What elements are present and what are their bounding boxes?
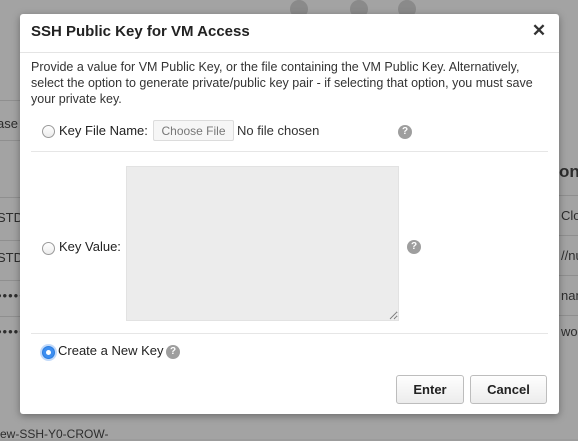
background-text: ase <box>0 116 18 131</box>
ssh-key-dialog: SSH Public Key for VM Access ✕ Provide a… <box>20 14 559 414</box>
choose-file-button[interactable]: Choose File <box>153 120 234 141</box>
background-text: nam <box>561 288 578 303</box>
dialog-header: SSH Public Key for VM Access ✕ <box>20 14 559 53</box>
key-value-textarea[interactable] <box>126 166 399 321</box>
create-new-key-radio[interactable] <box>42 346 55 359</box>
divider <box>31 151 548 152</box>
dialog-description: Provide a value for VM Public Key, or th… <box>31 60 533 106</box>
dialog-title: SSH Public Key for VM Access <box>31 23 250 40</box>
divider <box>31 333 548 334</box>
question-circle-icon[interactable]: ? <box>398 125 412 139</box>
background-text: on <box>559 162 578 181</box>
file-status-text: No file chosen <box>237 123 320 138</box>
resize-grip-icon[interactable] <box>389 311 398 320</box>
key-value-radio[interactable] <box>42 242 55 255</box>
key-value-label: Key Value: <box>59 239 121 254</box>
cancel-button[interactable]: Cancel <box>470 375 547 404</box>
background-text: Clo <box>561 208 578 223</box>
close-icon[interactable]: ✕ <box>529 21 549 41</box>
key-file-label: Key File Name: <box>59 123 148 138</box>
question-circle-icon[interactable]: ? <box>407 240 421 254</box>
create-new-key-label: Create a New Key <box>58 343 164 358</box>
background-text: //nu <box>561 248 578 263</box>
background-text: wor <box>561 324 578 339</box>
enter-button[interactable]: Enter <box>396 375 464 404</box>
question-circle-icon[interactable]: ? <box>166 345 180 359</box>
key-file-radio[interactable] <box>42 125 55 138</box>
